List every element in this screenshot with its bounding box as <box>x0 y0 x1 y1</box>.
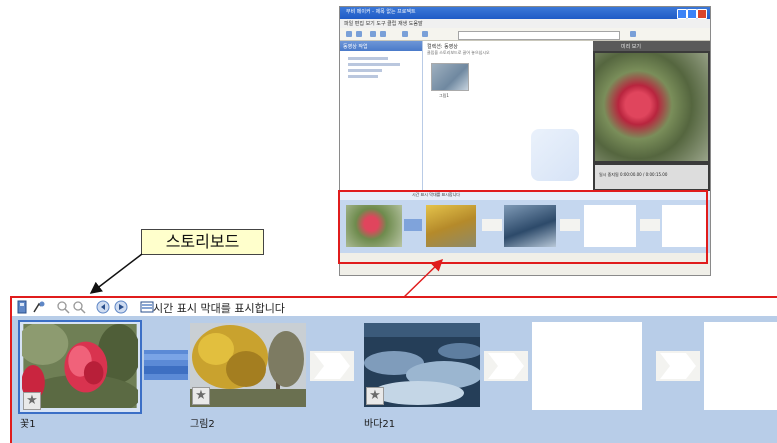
preview-image <box>595 53 708 161</box>
back-icon[interactable] <box>346 31 352 37</box>
empty-clip-slot[interactable] <box>704 322 777 410</box>
mini-storyboard-highlight <box>338 190 708 264</box>
collection-clip-label: 그림1 <box>439 93 449 98</box>
mini-menu-text[interactable]: 파일 편집 보기 도구 클립 재생 도움말 <box>344 20 423 27</box>
transition-slot[interactable] <box>484 351 528 381</box>
star-icon: ★ <box>192 387 210 405</box>
star-icon: ★ <box>366 387 384 405</box>
audio-levels-icon[interactable] <box>32 300 46 314</box>
storyboard-clip-autumn[interactable]: ★ <box>190 323 306 407</box>
storyboard-clip-sea[interactable]: ★ <box>364 323 480 407</box>
arrow-right-icon <box>314 353 350 379</box>
collection-title: 컬렉션: 동영상 <box>427 44 458 50</box>
tasks-icon[interactable] <box>402 31 408 37</box>
transition-slot[interactable] <box>656 351 700 381</box>
zoom-in-icon[interactable] <box>56 300 70 314</box>
storyboard: ★ 꽃1 ★ 그림2 ★ 바다21 <box>12 316 777 443</box>
preview-title: 미리 보기 <box>621 44 641 50</box>
close-button[interactable] <box>697 9 707 19</box>
narrate-icon[interactable] <box>15 300 29 314</box>
show-timeline-button[interactable]: 시간 표시 막대를 표시합니다 <box>153 300 285 316</box>
task-link[interactable] <box>348 75 378 78</box>
collection-dropdown[interactable] <box>458 31 620 40</box>
storyboard-clip-flower[interactable]: ★ <box>18 320 142 414</box>
transition-slot[interactable] <box>310 351 354 381</box>
task-link[interactable] <box>348 63 400 66</box>
mini-title-text: 무비 메이커 - 제목 없는 프로젝트 <box>346 9 416 15</box>
arrow-right-icon <box>488 353 524 379</box>
view-icon[interactable] <box>630 31 636 37</box>
collection-clip-thumbnail[interactable] <box>431 63 469 91</box>
storyboard-toolbar: 시간 표시 막대를 표시합니다 <box>12 298 777 316</box>
movie-tasks-pane: 동영상 작업 <box>340 41 423 191</box>
movie-tasks-title: 동영상 작업 <box>343 44 368 50</box>
timeline-toggle-icon[interactable] <box>140 300 154 314</box>
film-watermark-icon <box>531 129 579 181</box>
zoom-out-icon[interactable] <box>72 300 86 314</box>
storyboard-callout: 스토리보드 <box>141 229 264 255</box>
preview-monitor: 미리 보기 일시 중지됨 0:00:00.00 / 0:00:15.00 <box>593 41 710 191</box>
transition-slot-filled[interactable] <box>144 350 188 380</box>
clip-label-sea: 바다21 <box>364 419 396 430</box>
preview-title-bar <box>593 41 710 51</box>
maximize-button[interactable] <box>687 9 697 19</box>
play-icon[interactable] <box>114 300 128 314</box>
clip-label-autumn: 그림2 <box>190 419 215 430</box>
collection-subtitle: 클립을 스토리보드로 끌어 놓으십시오 <box>427 50 490 55</box>
rewind-icon[interactable] <box>96 300 110 314</box>
forward-icon[interactable] <box>356 31 362 37</box>
task-link[interactable] <box>348 57 388 60</box>
collection-pane: 컬렉션: 동영상 클립을 스토리보드로 끌어 놓으십시오 그림1 <box>423 41 593 191</box>
arrow-right-icon <box>660 353 696 379</box>
star-icon: ★ <box>23 392 41 410</box>
redo-icon[interactable] <box>380 31 386 37</box>
clip-label-flower: 꽃1 <box>20 419 36 430</box>
preview-status: 일시 중지됨 0:00:00.00 / 0:00:15.00 <box>599 172 668 177</box>
undo-icon[interactable] <box>370 31 376 37</box>
empty-clip-slot[interactable] <box>532 322 642 410</box>
task-link[interactable] <box>348 69 382 72</box>
minimize-button[interactable] <box>677 9 687 19</box>
callout-pointer-arrow <box>89 253 143 294</box>
collections-icon[interactable] <box>422 31 428 37</box>
